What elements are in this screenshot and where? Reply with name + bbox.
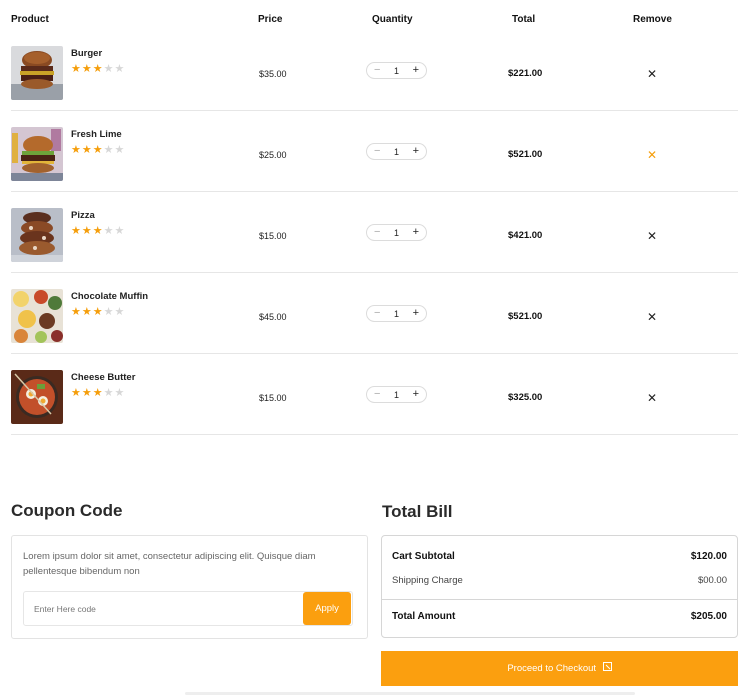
apply-coupon-button[interactable]: Apply — [303, 592, 351, 625]
cart-row-burger: Burger ★★★★★ $35.00 − 1 + $221.00 ✕ — [11, 30, 738, 111]
product-price: $15.00 — [259, 393, 287, 403]
proceed-to-checkout-button[interactable]: Proceed to Checkout — [381, 651, 738, 686]
header-product: Product — [11, 14, 49, 25]
close-icon[interactable]: ✕ — [647, 311, 657, 323]
product-name[interactable]: Burger — [71, 48, 102, 59]
header-remove: Remove — [633, 14, 672, 25]
cart-table-header: Product Price Quantity Total Remove — [0, 14, 745, 28]
row-total: $325.00 — [508, 392, 543, 403]
row-total: $521.00 — [508, 149, 543, 160]
quantity-stepper: − 1 + — [366, 305, 427, 322]
coupon-title: Coupon Code — [11, 501, 123, 520]
bill-summary: Cart Subtotal $120.00 Shipping Charge $0… — [381, 535, 738, 638]
close-icon[interactable]: ✕ — [647, 68, 657, 80]
increase-quantity-button[interactable]: + — [413, 388, 419, 401]
rating-stars: ★★★★★ — [71, 144, 126, 156]
subtotal-label: Cart Subtotal — [392, 551, 455, 562]
quantity-stepper: − 1 + — [366, 62, 427, 79]
row-total: $421.00 — [508, 230, 543, 241]
quantity-stepper: − 1 + — [366, 143, 427, 160]
cart-row-fresh-lime: Fresh Lime ★★★★★ $25.00 − 1 + $521.00 ✕ — [11, 111, 738, 192]
product-image-fresh-lime[interactable] — [11, 127, 63, 181]
product-price: $15.00 — [259, 231, 287, 241]
bill-divider — [382, 599, 737, 600]
total-amount-label: Total Amount — [392, 611, 456, 622]
total-amount-value: $205.00 — [690, 611, 727, 622]
product-image-burger[interactable] — [11, 46, 63, 100]
cart-row-chocolate-muffin: Chocolate Muffin ★★★★★ $45.00 − 1 + $521… — [11, 273, 738, 354]
product-price: $35.00 — [259, 69, 287, 79]
close-icon[interactable]: ✕ — [647, 230, 657, 242]
product-name[interactable]: Cheese Butter — [71, 372, 135, 383]
close-icon[interactable]: ✕ — [647, 149, 657, 161]
product-image-cheese-butter[interactable] — [11, 370, 63, 424]
close-icon[interactable]: ✕ — [647, 392, 657, 404]
rating-stars: ★★★★★ — [71, 63, 126, 75]
cart-row-cheese-butter: Cheese Butter ★★★★★ $15.00 − 1 + $325.00… — [11, 354, 738, 435]
header-total: Total — [512, 14, 536, 25]
shipping-value: $00.00 — [697, 575, 727, 586]
shipping-label: Shipping Charge — [392, 575, 463, 586]
product-name[interactable]: Chocolate Muffin — [71, 291, 148, 302]
row-total: $221.00 — [508, 68, 543, 79]
increase-quantity-button[interactable]: + — [413, 64, 419, 77]
rating-stars: ★★★★★ — [71, 225, 126, 237]
increase-quantity-button[interactable]: + — [413, 307, 419, 320]
header-price: Price — [258, 14, 283, 25]
subtotal-value: $120.00 — [690, 551, 727, 562]
checkout-icon — [602, 651, 612, 686]
product-image-pizza[interactable] — [11, 208, 63, 262]
rating-stars: ★★★★★ — [71, 387, 126, 399]
product-name[interactable]: Pizza — [71, 210, 95, 221]
increase-quantity-button[interactable]: + — [413, 226, 419, 239]
row-total: $521.00 — [508, 311, 543, 322]
checkout-label: Proceed to Checkout — [507, 663, 597, 675]
product-name[interactable]: Fresh Lime — [71, 129, 122, 140]
cart-row-pizza: Pizza ★★★★★ $15.00 − 1 + $421.00 ✕ — [11, 192, 738, 273]
product-price: $25.00 — [259, 150, 287, 160]
increase-quantity-button[interactable]: + — [413, 145, 419, 158]
quantity-stepper: − 1 + — [366, 386, 427, 403]
coupon-panel: Lorem ipsum dolor sit amet, consectetur … — [11, 535, 368, 639]
product-image-chocolate-muffin[interactable] — [11, 289, 63, 343]
header-quantity: Quantity — [372, 14, 413, 25]
quantity-stepper: − 1 + — [366, 224, 427, 241]
bill-title: Total Bill — [382, 502, 453, 521]
coupon-description: Lorem ipsum dolor sit amet, consectetur … — [23, 551, 316, 577]
rating-stars: ★★★★★ — [71, 306, 126, 318]
product-price: $45.00 — [259, 312, 287, 322]
